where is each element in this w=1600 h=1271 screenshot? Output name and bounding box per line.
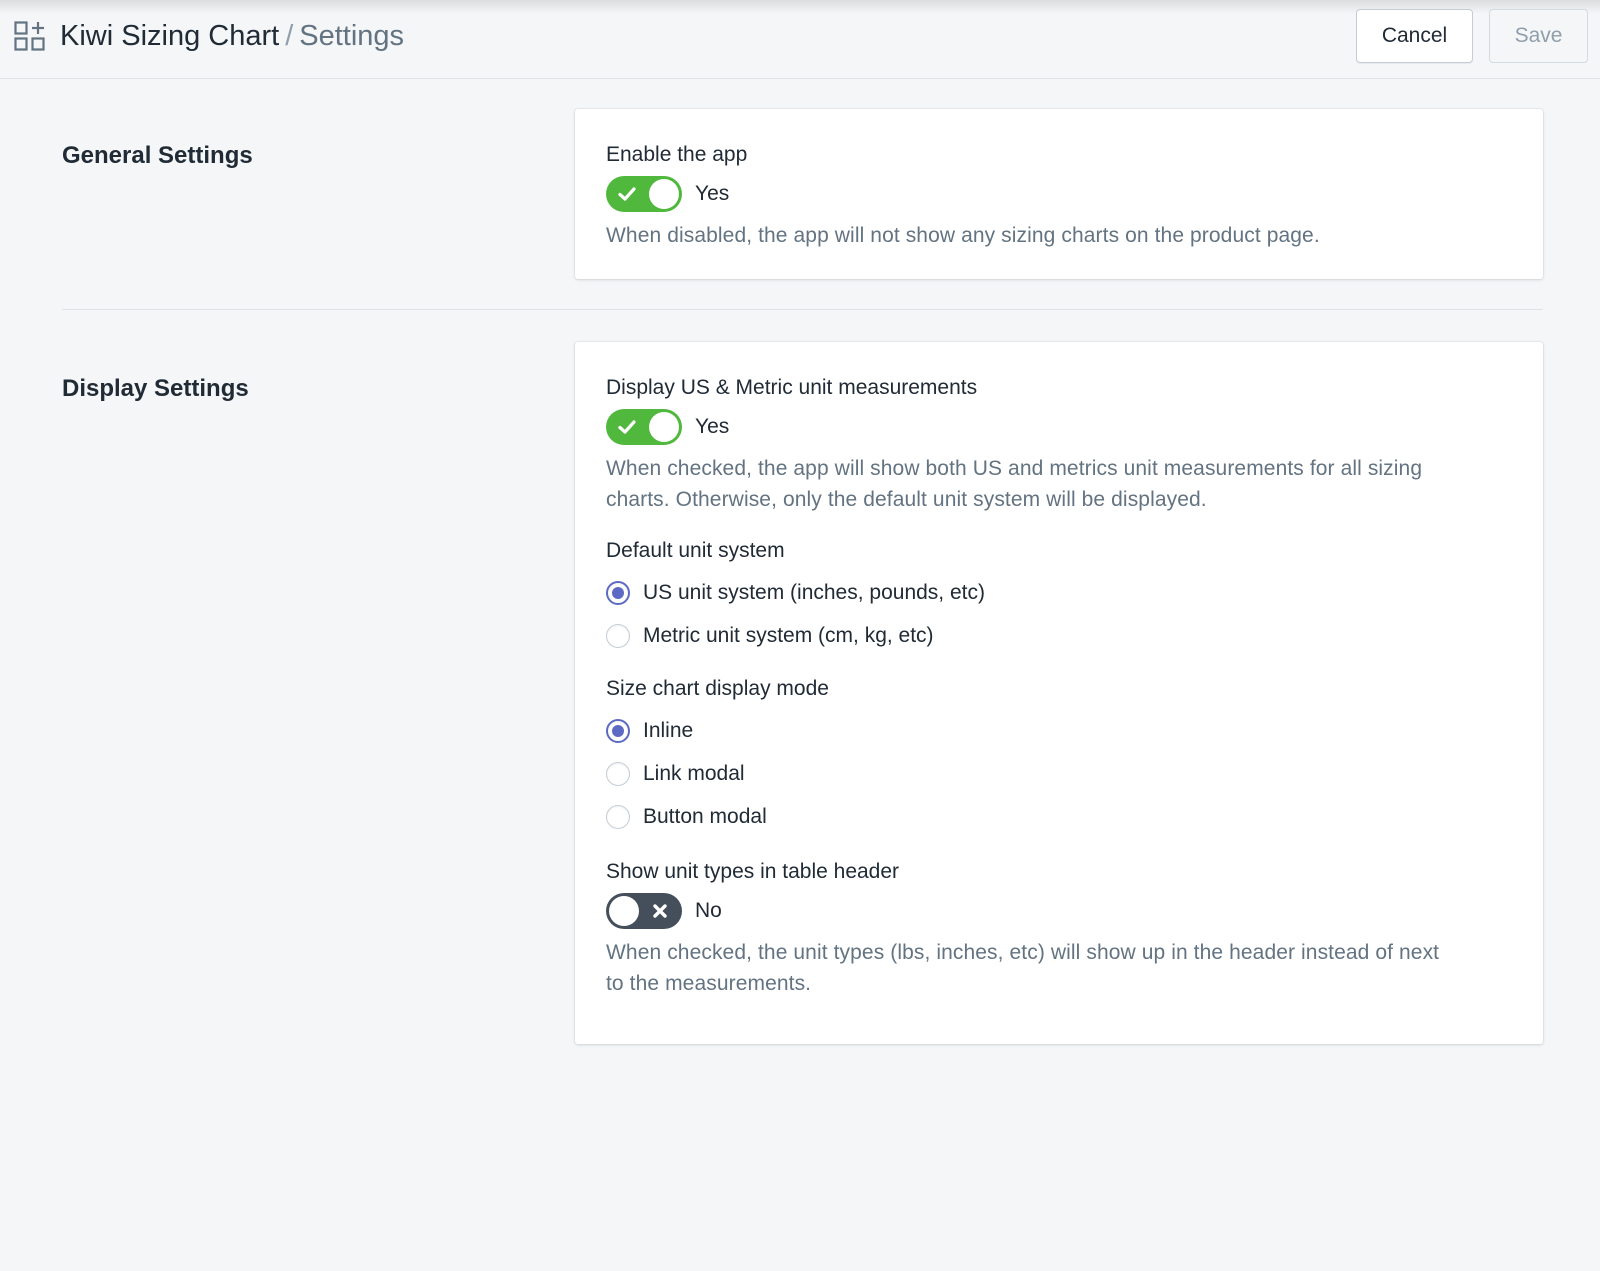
unit-types-header-toggle[interactable] [606,893,682,929]
radio-us-unit[interactable] [606,580,630,605]
us-metric-toggle-row: Yes [606,409,1512,445]
unit-types-header-state: No [695,899,722,922]
unit-types-toggle-row: No [606,893,1512,929]
unit-types-help-line-2: to the measurements. [606,972,812,995]
toggle-knob [609,896,639,926]
us-metric-label: Display US & Metric unit measurements [606,376,978,399]
display-settings-title: Display Settings [62,375,249,402]
enable-app-state: Yes [695,182,730,205]
display-mode-label: Size chart display mode [606,677,829,700]
us-metric-help: When checked, the app will show both US … [606,453,1512,515]
breadcrumb-page-name: Settings [299,20,405,52]
radio-option-inline[interactable]: Inline [606,709,1512,752]
unit-types-header-label: Show unit types in table header [606,860,900,883]
cancel-button[interactable]: Cancel [1356,9,1473,63]
radio-inline[interactable] [606,718,630,743]
toggle-knob [649,179,679,209]
radio-link-modal[interactable] [606,761,630,786]
toggle-knob [649,412,679,442]
us-metric-help-line-2: charts. Otherwise, only the default unit… [606,488,1207,511]
breadcrumb: Kiwi Sizing Chart / Settings [60,18,404,54]
radio-option-us-unit[interactable]: US unit system (inches, pounds, etc) [606,571,1512,614]
radio-metric-unit[interactable] [606,623,630,648]
unit-types-header-help: When checked, the unit types (lbs, inche… [606,937,1512,999]
unit-types-help-line-1: When checked, the unit types (lbs, inche… [606,941,1440,964]
radio-inline-label: Inline [643,718,694,742]
radio-button-modal[interactable] [606,804,630,829]
checkmark-icon [618,187,636,201]
enable-app-toggle[interactable] [606,176,682,212]
enable-app-help: When disabled, the app will not show any… [606,224,1320,247]
us-metric-help-line-1: When checked, the app will show both US … [606,457,1423,480]
section-divider [62,309,1543,310]
display-mode-radio-group: Inline Link modal Button modal [606,709,1512,838]
display-settings-card: Display US & Metric unit measurements Ye… [575,342,1543,1044]
breadcrumb-app-name[interactable]: Kiwi Sizing Chart [60,20,279,52]
us-metric-toggle[interactable] [606,409,682,445]
general-settings-card: Enable the app Yes When disabled, the ap… [575,109,1543,279]
default-unit-label: Default unit system [606,539,785,562]
radio-option-metric-unit[interactable]: Metric unit system (cm, kg, etc) [606,614,1512,657]
enable-app-label: Enable the app [606,143,748,166]
radio-link-modal-label: Link modal [643,761,745,785]
radio-option-link-modal[interactable]: Link modal [606,752,1512,795]
enable-app-toggle-row: Yes [606,176,1512,212]
checkmark-icon [618,420,636,434]
us-metric-state: Yes [695,415,730,438]
save-button[interactable]: Save [1489,9,1588,63]
radio-button-modal-label: Button modal [643,804,767,828]
x-icon [653,904,667,918]
radio-option-button-modal[interactable]: Button modal [606,795,1512,838]
radio-us-unit-label: US unit system (inches, pounds, etc) [643,580,985,604]
default-unit-radio-group: US unit system (inches, pounds, etc) Met… [606,571,1512,657]
apps-add-icon [14,21,45,51]
breadcrumb-separator: / [285,20,294,52]
top-bar: Kiwi Sizing Chart / Settings Cancel Save [0,0,1600,79]
general-settings-title: General Settings [62,142,253,169]
radio-metric-unit-label: Metric unit system (cm, kg, etc) [643,623,934,647]
